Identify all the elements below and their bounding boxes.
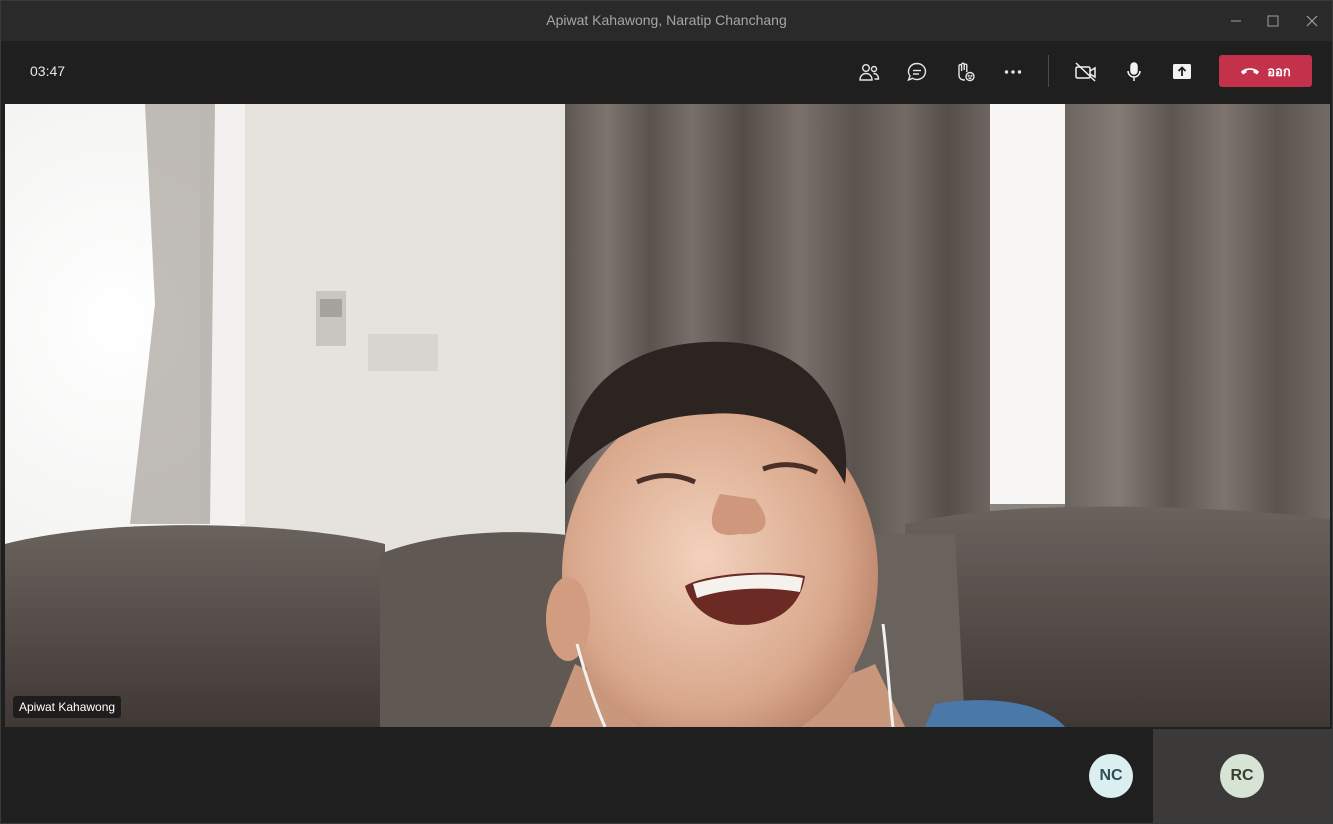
- participants-button[interactable]: [853, 56, 885, 88]
- minimize-button[interactable]: [1216, 7, 1256, 35]
- participant-avatar-rc: RC: [1220, 754, 1264, 798]
- more-options-button[interactable]: [997, 56, 1029, 88]
- video-frame: [5, 104, 1330, 727]
- camera-toggle-button[interactable]: [1070, 56, 1102, 88]
- title-bar: Apiwat Kahawong, Naratip Chanchang: [1, 1, 1332, 41]
- raise-hand-button[interactable]: [949, 56, 981, 88]
- more-icon: [1004, 70, 1022, 74]
- speaker-name-tag: Apiwat Kahawong: [13, 696, 122, 718]
- hang-up-icon: [1241, 68, 1260, 75]
- call-toolbar: 03:47 ออก: [1, 41, 1332, 103]
- share-icon: [1173, 64, 1191, 79]
- mic-icon: [1127, 62, 1141, 81]
- main-video-feed[interactable]: [5, 104, 1330, 727]
- participant-avatar-nc[interactable]: NC: [1089, 754, 1133, 798]
- close-icon: [1306, 15, 1318, 27]
- window-title: Apiwat Kahawong, Naratip Chanchang: [546, 12, 787, 28]
- people-icon: [859, 64, 880, 81]
- leave-label: ออก: [1267, 63, 1291, 79]
- close-button[interactable]: [1292, 7, 1332, 35]
- maximize-button[interactable]: [1253, 7, 1293, 35]
- minimize-icon: [1231, 20, 1241, 22]
- chat-icon: [907, 62, 927, 82]
- teams-call-window: Apiwat Kahawong, Naratip Chanchang 03:47: [0, 0, 1333, 824]
- share-screen-button[interactable]: [1166, 56, 1198, 88]
- hand-icon: [958, 62, 975, 82]
- camera-off-icon: [1075, 62, 1096, 82]
- maximize-icon: [1267, 15, 1279, 27]
- microphone-toggle-button[interactable]: [1118, 56, 1150, 88]
- leave-call-button[interactable]: ออก: [1219, 55, 1312, 87]
- chat-button[interactable]: [901, 56, 933, 88]
- toolbar-divider: [1048, 55, 1049, 87]
- participant-strip: NC RC: [1, 727, 1332, 823]
- call-timer: 03:47: [30, 63, 66, 79]
- participant-tile-rc[interactable]: RC: [1153, 729, 1332, 823]
